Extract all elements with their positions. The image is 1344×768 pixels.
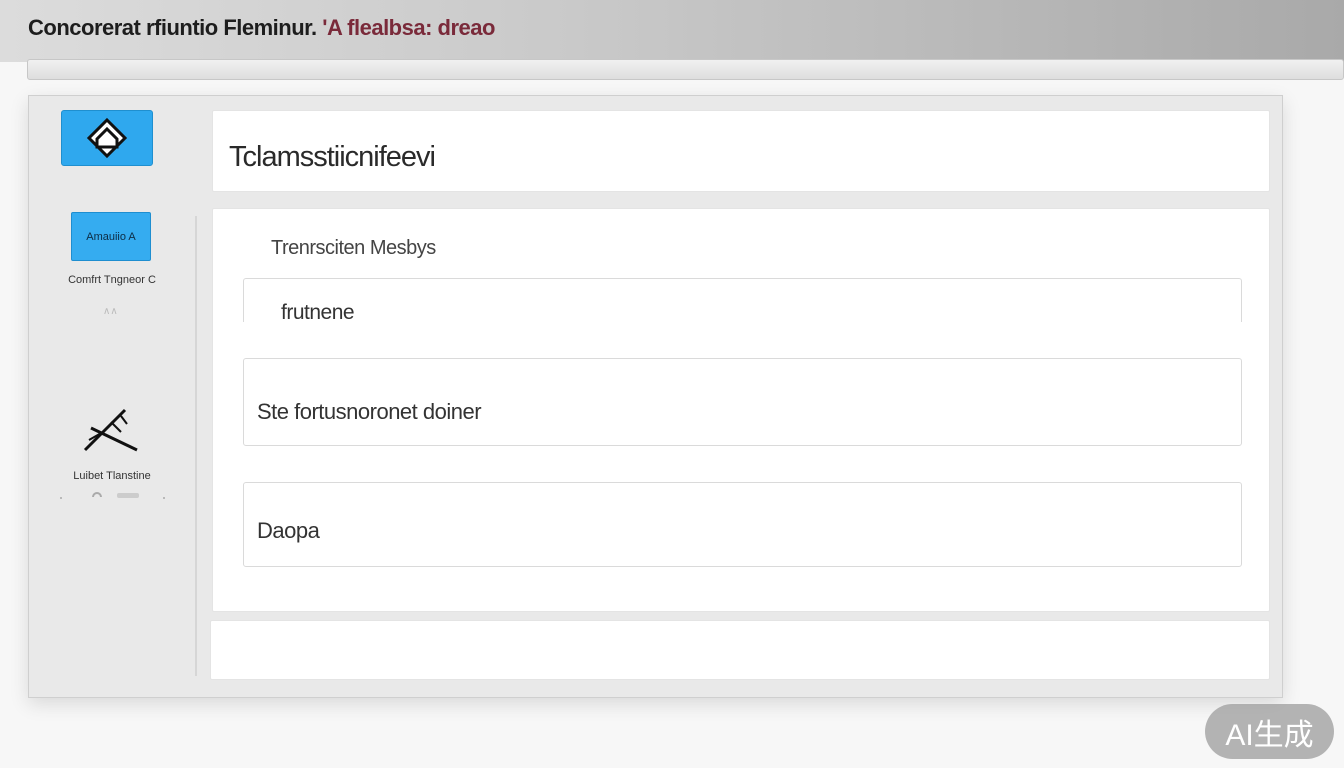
account-caption: Comfrt Tngneor C bbox=[68, 274, 156, 286]
form-card: Trenrsciten Mesbys frutnene Ste fortusno… bbox=[212, 208, 1270, 612]
sidebar-divider bbox=[195, 216, 197, 676]
home-button[interactable] bbox=[61, 110, 153, 166]
header-card: Tclamsstiicnifeevi bbox=[212, 110, 1270, 192]
sidebar: Amauiio A Comfrt Tngneor C ∧∧ Luibet Tla… bbox=[29, 96, 195, 697]
app-window: Amauiio A Comfrt Tngneor C ∧∧ Luibet Tla… bbox=[28, 95, 1283, 698]
app-title: Concorerat rfiuntio Fleminur. 'A flealbs… bbox=[28, 15, 495, 41]
tools-caption: Luibet Tlanstine bbox=[73, 470, 151, 482]
tools-status-icons bbox=[60, 492, 165, 499]
ai-generated-badge: AI生成 bbox=[1205, 704, 1334, 759]
section-label: Trenrsciten Mesbys bbox=[271, 237, 436, 259]
app-title-accent: 'A flealbsa: bbox=[322, 15, 432, 40]
small-glyph: ∧∧ bbox=[103, 306, 118, 317]
footer-card bbox=[210, 620, 1270, 680]
account-button[interactable]: Amauiio A bbox=[71, 212, 151, 261]
home-diamond-icon bbox=[86, 117, 128, 159]
address-bar[interactable] bbox=[27, 59, 1344, 80]
text-field-1-value: frutnene bbox=[281, 301, 355, 324]
account-button-label: Amauiio A bbox=[86, 230, 136, 243]
title-bar: Concorerat rfiuntio Fleminur. 'A flealbs… bbox=[0, 0, 1344, 62]
text-field-2[interactable]: Ste fortusnoronet doiner bbox=[243, 358, 1242, 446]
app-title-main: Concorerat rfiuntio Fleminur. bbox=[28, 15, 323, 40]
app-title-tail: dreao bbox=[431, 15, 496, 40]
text-field-2-value: Ste fortusnoronet doiner bbox=[257, 399, 482, 424]
text-field-1[interactable]: frutnene bbox=[243, 278, 1242, 324]
text-field-3-value: Daopa bbox=[257, 518, 320, 543]
page-title: Tclamsstiicnifeevi bbox=[229, 141, 436, 173]
text-field-3[interactable]: Daopa bbox=[243, 482, 1242, 567]
crossed-tools-icon[interactable] bbox=[81, 406, 141, 456]
